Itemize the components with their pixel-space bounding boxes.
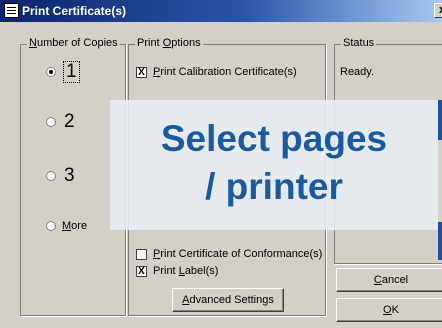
select-pages-printer-overlay: Select pages / printer: [110, 100, 438, 230]
advanced-settings-button[interactable]: Advanced Settings: [172, 288, 284, 312]
copies-label-more: More: [62, 220, 88, 232]
check-mark-icon[interactable]: X: [136, 265, 147, 277]
window-title: Print Certificate(s): [22, 4, 127, 18]
print-certificate-of-conformance-label: Print Certificate of Conformance(s): [153, 248, 323, 260]
overlay-line-1: Select pages: [160, 118, 388, 159]
title-bar[interactable]: Print Certificate(s) x: [0, 0, 442, 22]
copies-radio-1[interactable]: 1: [46, 61, 80, 83]
print-labels-checkbox[interactable]: X Print Label(s): [136, 265, 218, 277]
copies-label-2: 2: [64, 111, 75, 132]
overlay-caption: Select pages / printer: [110, 115, 438, 211]
radio-button-more[interactable]: [46, 221, 56, 231]
copies-label-3: 3: [64, 165, 75, 186]
copies-radio-3[interactable]: 3: [46, 166, 75, 186]
copies-radio-more[interactable]: More: [46, 220, 87, 232]
radio-button-1[interactable]: [46, 67, 56, 77]
ok-button[interactable]: OK: [336, 298, 442, 322]
highlight-edge-top: [438, 100, 442, 140]
overlay-line-2: / printer: [205, 166, 343, 207]
print-labels-label: Print Label(s): [153, 265, 219, 277]
check-mark-icon[interactable]: X: [136, 66, 147, 78]
radio-button-3[interactable]: [46, 171, 56, 181]
copies-radio-2[interactable]: 2: [46, 112, 75, 132]
empty-checkbox-icon[interactable]: [136, 248, 147, 260]
highlight-edge-bottom: [438, 222, 442, 260]
cancel-button[interactable]: Cancel: [336, 268, 442, 292]
print-calibration-certificate-label: Print Calibration Certificate(s): [153, 66, 297, 78]
copies-label-1: 1: [63, 61, 80, 83]
certificate-app-icon: [4, 3, 19, 18]
radio-button-2[interactable]: [46, 117, 56, 127]
status-text: Ready.: [340, 66, 375, 78]
status-legend: Status: [341, 37, 377, 49]
print-options-legend: Print Options: [135, 37, 203, 49]
number-of-copies-legend: Number of Copies: [27, 37, 120, 49]
print-calibration-certificate-checkbox[interactable]: X Print Calibration Certificate(s): [136, 66, 297, 78]
print-certificate-of-conformance-checkbox[interactable]: Print Certificate of Conformance(s): [136, 248, 322, 260]
close-button[interactable]: x: [434, 3, 442, 18]
